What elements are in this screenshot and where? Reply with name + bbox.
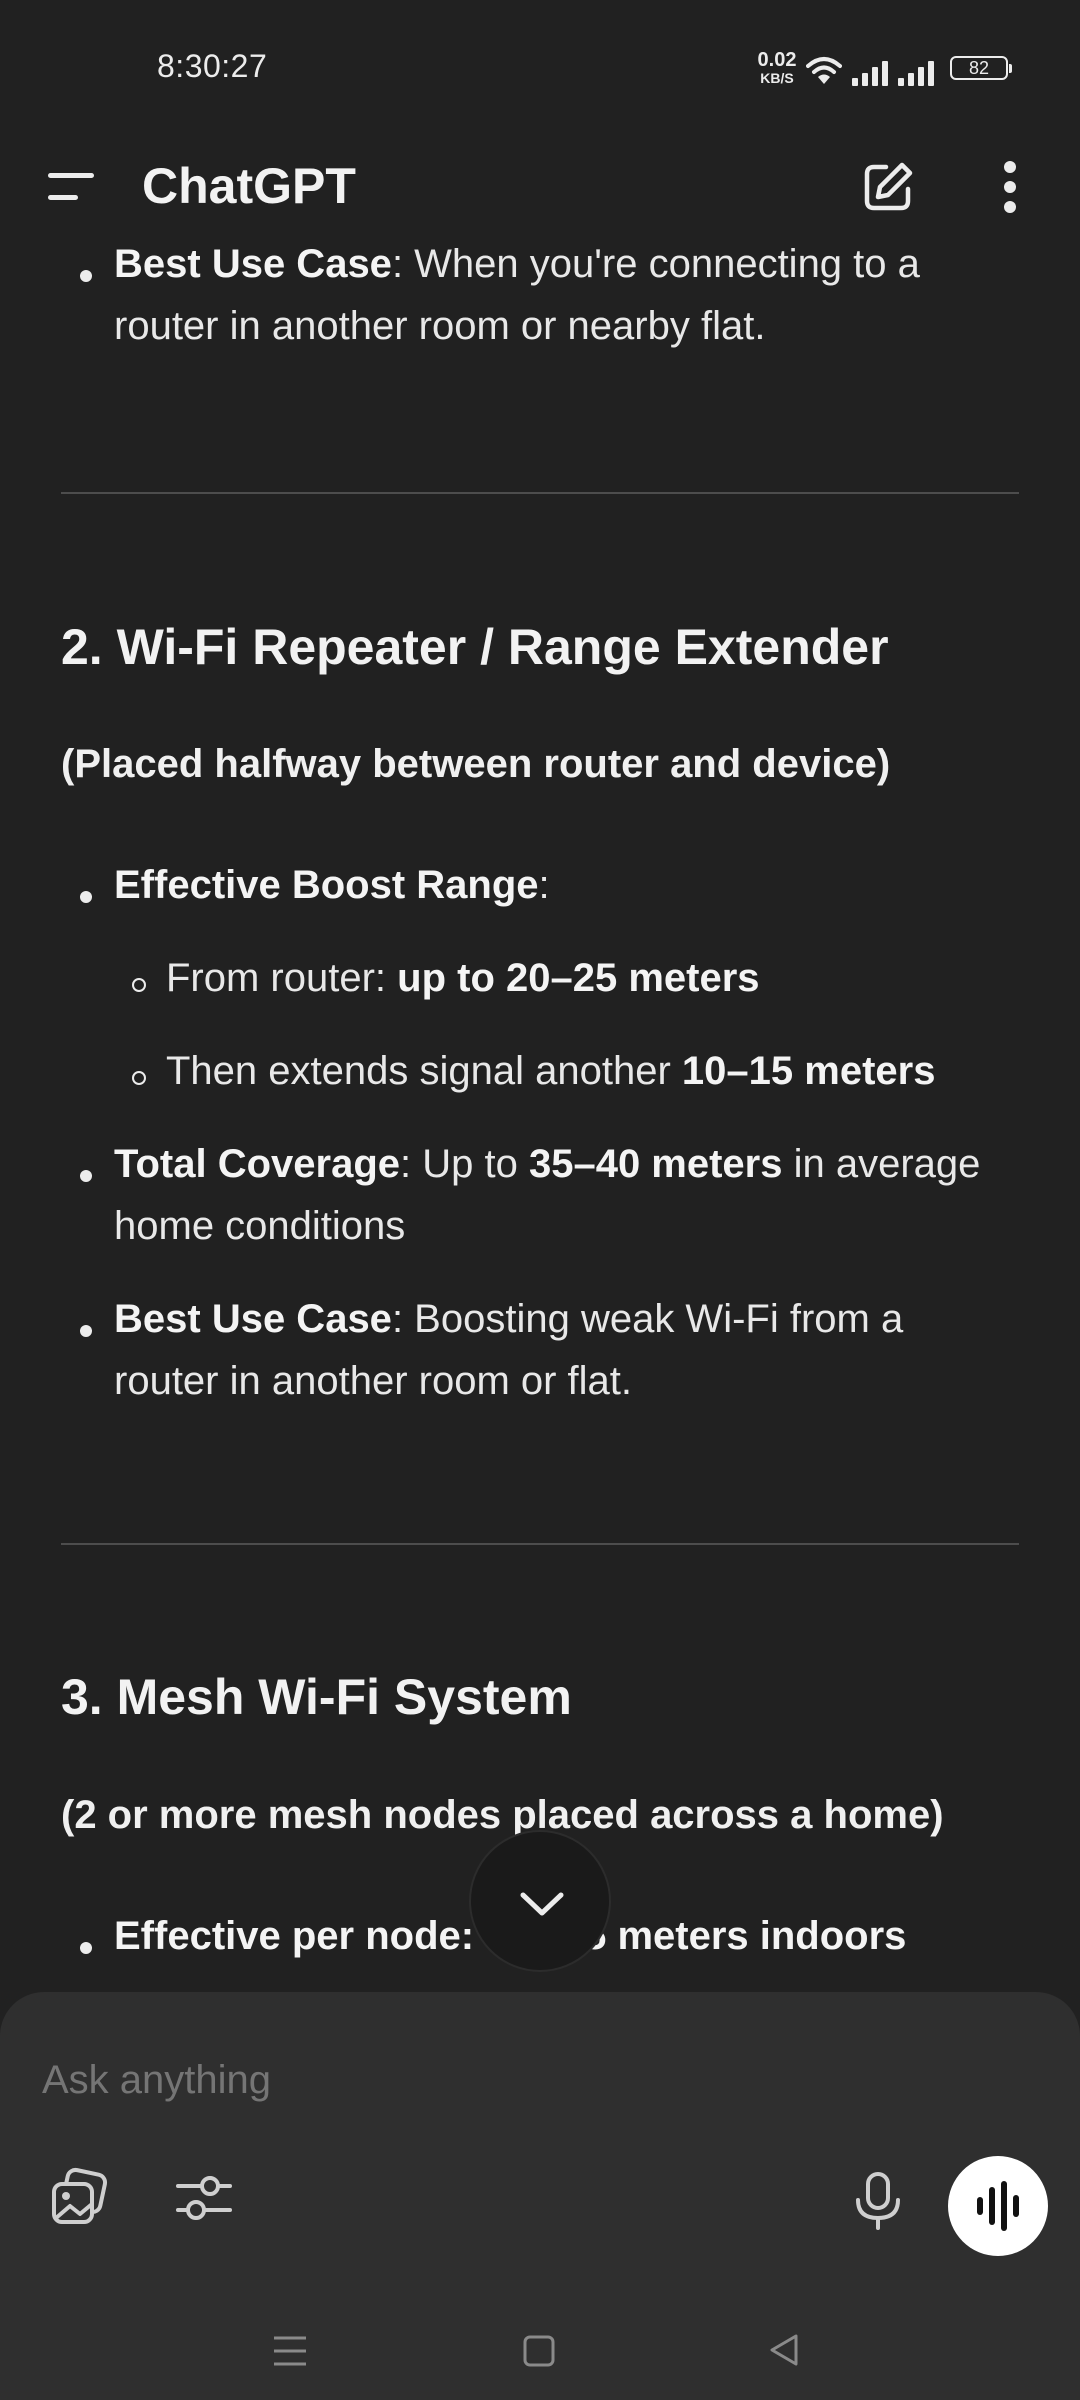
item-text: : [538, 863, 550, 907]
section-heading: 3. Mesh Wi-Fi System [61, 1669, 572, 1725]
item-text: in average [782, 1142, 981, 1186]
item-value: 10–15 meters [681, 1049, 936, 1093]
voice-waveform-icon [977, 2181, 1019, 2231]
item-text: : Up to [400, 1142, 529, 1186]
cell-signal-2-icon [898, 58, 934, 86]
app-title: ChatGPT [142, 158, 356, 214]
bullet-dot [80, 1170, 92, 1182]
list-item: Best Use Case: When you're connecting to… [114, 240, 920, 295]
section-subheading: (Placed halfway between router and devic… [61, 742, 891, 786]
mic-icon[interactable] [846, 2170, 910, 2234]
divider [61, 492, 1019, 494]
message-input[interactable] [42, 2058, 1022, 2103]
item-label: Best Use Case [114, 242, 392, 286]
list-item-continuation: router in another room or nearby flat. [114, 304, 766, 348]
screen: 8:30:27 0.02 KB/S 82 ChatGPT Best Use Ca… [0, 0, 1080, 2400]
list-item: Best Use Case: Boosting weak Wi-Fi from … [114, 1288, 903, 1350]
sub-bullet-circle [132, 978, 146, 992]
item-label: Best Use Case [114, 1297, 392, 1341]
bullet-dot [80, 891, 92, 903]
list-item-continuation: home conditions [114, 1204, 406, 1248]
item-value: up to 20–25 meters [397, 956, 760, 1000]
wifi-icon [806, 57, 842, 84]
voice-mode-button[interactable] [948, 2156, 1048, 2256]
bullet-dot [80, 1942, 92, 1954]
system-nav-bar [0, 2292, 1080, 2400]
item-label: Effective Boost Range [114, 863, 539, 907]
sub-list-item: From router: up to 20–25 meters [166, 947, 760, 1009]
section-heading: 2. Wi-Fi Repeater / Range Extender [61, 619, 889, 675]
battery-icon: 82 [950, 56, 1012, 80]
home-icon[interactable] [522, 2334, 556, 2368]
scroll-down-button[interactable] [469, 1830, 611, 1972]
item-label: Total Coverage [114, 1142, 400, 1186]
recent-apps-icon[interactable] [272, 2334, 308, 2368]
cell-signal-icon [852, 58, 888, 86]
sub-bullet-circle [132, 1071, 146, 1085]
network-speed: 0.02 KB/S [754, 50, 800, 85]
more-vertical-icon[interactable] [990, 159, 1030, 215]
chat-message-content: Best Use Case: When you're connecting to… [0, 240, 1080, 1992]
item-value: 35–40 meters [528, 1142, 783, 1186]
menu-icon[interactable] [48, 173, 96, 205]
composer [0, 1992, 1080, 2400]
list-item-continuation: router in another room or flat. [114, 1359, 633, 1403]
status-icons [806, 50, 934, 86]
item-text: : Boosting weak Wi-Fi from a [391, 1297, 904, 1341]
item-label: Effective per node: [114, 1914, 475, 1958]
item-text: Then extends signal another [166, 1049, 682, 1093]
bullet-dot [80, 270, 92, 282]
sliders-icon[interactable] [172, 2166, 236, 2230]
list-item: Effective Boost Range: [114, 854, 550, 916]
back-icon[interactable] [766, 2332, 802, 2368]
item-text: From router: [166, 956, 398, 1000]
network-speed-unit: KB/S [760, 70, 794, 86]
status-bar: 8:30:27 0.02 KB/S 82 [0, 0, 1080, 135]
item-text: : When you're connecting to a [391, 242, 920, 286]
network-speed-value: 0.02 [757, 49, 797, 71]
sub-list-item: Then extends signal another 10–15 meters [166, 1040, 935, 1102]
app-header: ChatGPT [0, 135, 1080, 240]
status-time: 8:30:27 [157, 48, 268, 84]
divider [61, 1543, 1019, 1545]
image-icon[interactable] [48, 2166, 112, 2230]
list-item: Total Coverage: Up to 35–40 meters in av… [114, 1133, 980, 1195]
edit-icon[interactable] [862, 161, 914, 213]
chevron-down-icon [520, 1892, 564, 1916]
bullet-dot [80, 1325, 92, 1337]
